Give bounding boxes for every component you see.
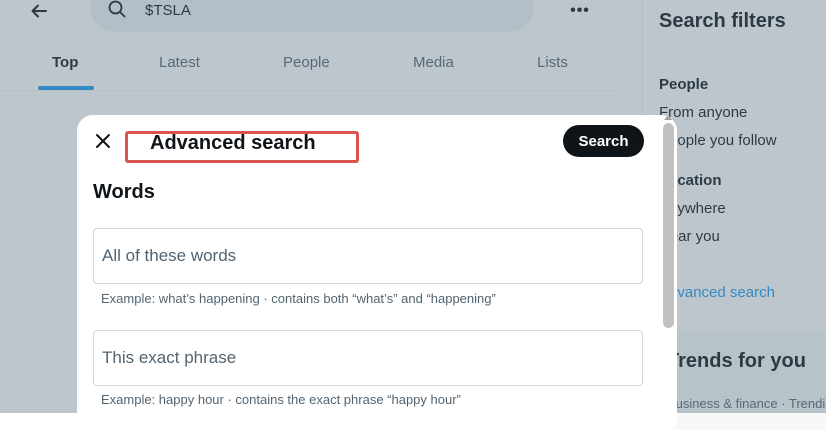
dialog-scrollbar[interactable] (660, 115, 677, 435)
all-words-input[interactable] (102, 229, 632, 283)
exact-phrase-field[interactable] (93, 330, 643, 386)
close-icon (96, 134, 110, 148)
dialog-title: Advanced search (150, 132, 316, 154)
close-button[interactable] (89, 127, 117, 155)
scrollbar-thumb[interactable] (663, 123, 674, 328)
all-words-field[interactable] (93, 228, 643, 284)
dialog-title-highlight: Advanced search (125, 131, 359, 163)
exact-phrase-helper: Example: happy hour · contains the exact… (101, 392, 461, 407)
words-section-heading: Words (93, 181, 155, 203)
search-button[interactable]: Search (563, 125, 644, 157)
exact-phrase-input[interactable] (102, 331, 632, 385)
scroll-up-arrow-icon[interactable] (664, 115, 672, 120)
advanced-search-dialog: Advanced search Search Words Example: wh… (77, 115, 677, 435)
all-words-helper: Example: what’s happening · contains bot… (101, 291, 496, 306)
